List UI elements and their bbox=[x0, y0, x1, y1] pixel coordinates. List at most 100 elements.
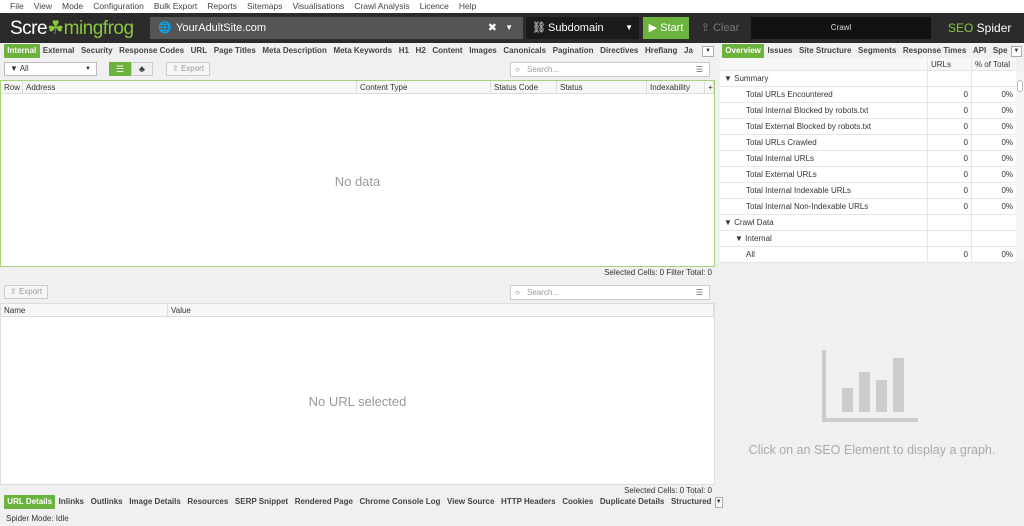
table-row[interactable]: Total Internal Blocked by robots.txt 0 0% bbox=[720, 103, 1016, 119]
chevron-down-icon[interactable]: ▼ bbox=[505, 17, 513, 39]
menu-item[interactable]: File bbox=[0, 0, 24, 13]
tab-site-structure[interactable]: Site Structure bbox=[796, 44, 855, 58]
tab-response-times[interactable]: Response Times bbox=[900, 44, 970, 58]
group-row[interactable]: ▼ Crawl Data bbox=[720, 215, 1016, 231]
tab-resources[interactable]: Resources bbox=[184, 495, 232, 509]
url-input[interactable]: 🌐 YourAdultSite.com ✖ ▼ bbox=[150, 17, 523, 39]
table-row[interactable]: Total URLs Encountered 0 0% bbox=[720, 87, 1016, 103]
filter-settings-icon[interactable]: ☰ bbox=[696, 63, 703, 76]
column-header[interactable]: Value bbox=[168, 304, 714, 316]
menu-item[interactable]: Mode bbox=[52, 0, 83, 13]
tab-directives[interactable]: Directives bbox=[597, 44, 642, 58]
menu-item[interactable]: Configuration bbox=[83, 0, 144, 13]
tab-url-details[interactable]: URL Details bbox=[4, 495, 56, 509]
tab-page-titles[interactable]: Page Titles bbox=[210, 44, 259, 58]
column-header[interactable]: Indexability bbox=[647, 81, 705, 93]
tree-view-button[interactable]: ♣ bbox=[131, 62, 153, 76]
start-button[interactable]: ▶ Start bbox=[643, 17, 689, 39]
tab-meta-description[interactable]: Meta Description bbox=[259, 44, 330, 58]
export-button[interactable]: ⇪ Export bbox=[166, 62, 211, 76]
add-column-icon[interactable]: + bbox=[705, 81, 714, 93]
tab-serp-snippet[interactable]: SERP Snippet bbox=[232, 495, 292, 509]
column-header[interactable]: Address bbox=[23, 81, 357, 93]
column-header[interactable]: Row bbox=[1, 81, 23, 93]
bar-chart-icon bbox=[822, 350, 918, 422]
tab-duplicate-details[interactable]: Duplicate Details bbox=[597, 495, 668, 509]
tab-meta-keywords[interactable]: Meta Keywords bbox=[330, 44, 395, 58]
menu-item[interactable]: Sitemaps bbox=[237, 0, 282, 13]
tab-spe[interactable]: Spe bbox=[990, 44, 1011, 58]
tab-chrome-console-log[interactable]: Chrome Console Log bbox=[356, 495, 443, 509]
column-header[interactable]: Status Code bbox=[491, 81, 557, 93]
tab-pagination[interactable]: Pagination bbox=[549, 44, 596, 58]
expand-triangle-icon[interactable]: ▼ bbox=[735, 234, 745, 243]
main-grid: Row Address Content Type Status Code Status I… bbox=[0, 80, 715, 267]
tab-segments[interactable]: Segments bbox=[855, 44, 900, 58]
column-header[interactable]: Name bbox=[1, 304, 168, 316]
group-row[interactable]: ▼ Internal bbox=[720, 231, 1016, 247]
table-row[interactable]: Total URLs Crawled 0 0% bbox=[720, 135, 1016, 151]
search-icon: ○ bbox=[515, 288, 520, 297]
search-input[interactable]: ○ Search... ☰ bbox=[510, 62, 710, 77]
tab-images[interactable]: Images bbox=[466, 44, 500, 58]
table-row[interactable]: Total Internal Non-Indexable URLs 0 0% bbox=[720, 199, 1016, 215]
table-row[interactable]: Total External Blocked by robots.txt 0 0% bbox=[720, 119, 1016, 135]
menu-item[interactable]: Crawl Analysis bbox=[344, 0, 409, 13]
tab-overview[interactable]: Overview bbox=[722, 44, 765, 58]
tab-ja[interactable]: Ja bbox=[681, 44, 697, 58]
menu-item[interactable]: Licence bbox=[410, 0, 449, 13]
table-row[interactable]: Total Internal URLs 0 0% bbox=[720, 151, 1016, 167]
tab-external[interactable]: External bbox=[40, 44, 78, 58]
details-grid: Name Value No URL selected bbox=[0, 303, 715, 485]
tab-outlinks[interactable]: Outlinks bbox=[87, 495, 126, 509]
menu-item[interactable]: View bbox=[24, 0, 52, 13]
tabs-overflow-chevron-icon[interactable]: ▼ bbox=[702, 45, 714, 57]
tab-content[interactable]: Content bbox=[429, 44, 466, 58]
tab-http-headers[interactable]: HTTP Headers bbox=[498, 495, 559, 509]
tabs-overflow-chevron-icon[interactable]: ▼ bbox=[1010, 45, 1022, 57]
column-header[interactable]: Content Type bbox=[357, 81, 491, 93]
table-row[interactable]: All 0 0% bbox=[720, 247, 1016, 263]
tab-cookies[interactable]: Cookies bbox=[559, 495, 597, 509]
table-row[interactable]: Total External URLs 0 0% bbox=[720, 167, 1016, 183]
expand-triangle-icon[interactable]: ▼ bbox=[724, 74, 734, 83]
tabs-overflow-chevron-icon[interactable]: ▼ bbox=[714, 496, 723, 508]
tab-view-source[interactable]: View Source bbox=[444, 495, 498, 509]
menu-item[interactable]: Bulk Export bbox=[144, 0, 197, 13]
row-label: Total Internal Blocked by robots.txt bbox=[746, 106, 869, 115]
tab-inlinks[interactable]: Inlinks bbox=[55, 495, 87, 509]
menu-item[interactable]: Visualisations bbox=[282, 0, 344, 13]
scrollbar[interactable] bbox=[1016, 72, 1024, 262]
filter-settings-icon[interactable]: ☰ bbox=[696, 286, 703, 299]
tab-response-codes[interactable]: Response Codes bbox=[116, 44, 188, 58]
lower-search-input[interactable]: ○ Search... ☰ bbox=[510, 285, 710, 300]
tab-internal[interactable]: Internal bbox=[4, 44, 40, 58]
row-label: Crawl Data bbox=[734, 218, 774, 227]
clear-button[interactable]: ⇪ Clear bbox=[697, 17, 743, 39]
tab-canonicals[interactable]: Canonicals bbox=[500, 44, 549, 58]
list-view-button[interactable]: ☰ bbox=[109, 62, 131, 76]
tab-security[interactable]: Security bbox=[78, 44, 116, 58]
group-row[interactable]: ▼ Summary bbox=[720, 71, 1016, 87]
tab-url[interactable]: URL bbox=[187, 44, 210, 58]
tab-structured[interactable]: Structured bbox=[668, 495, 715, 509]
tab-rendered-page[interactable]: Rendered Page bbox=[291, 495, 356, 509]
clear-url-icon[interactable]: ✖ bbox=[488, 17, 497, 39]
filter-dropdown[interactable]: ▼ All ▼ bbox=[4, 62, 97, 76]
table-row[interactable]: Total Internal Indexable URLs 0 0% bbox=[720, 183, 1016, 199]
tab-image-details[interactable]: Image Details bbox=[126, 495, 184, 509]
menu-item[interactable]: Help bbox=[449, 0, 476, 13]
tab-h1[interactable]: H1 bbox=[395, 44, 412, 58]
tab-issues[interactable]: Issues bbox=[764, 44, 796, 58]
column-header[interactable]: URLs bbox=[928, 58, 972, 70]
column-header[interactable]: % of Total bbox=[972, 58, 1016, 70]
menu-item[interactable]: Reports bbox=[197, 0, 237, 13]
lower-export-button[interactable]: ⇪ Export bbox=[4, 285, 49, 299]
expand-triangle-icon[interactable]: ▼ bbox=[724, 218, 734, 227]
mode-dropdown[interactable]: ⛓ Subdomain ▼ bbox=[526, 17, 639, 39]
percent-value: 0% bbox=[1001, 138, 1013, 147]
tab-api[interactable]: API bbox=[970, 44, 990, 58]
column-header[interactable]: Status bbox=[557, 81, 647, 93]
tab-hreflang[interactable]: Hreflang bbox=[642, 44, 681, 58]
tab-h2[interactable]: H2 bbox=[412, 44, 429, 58]
